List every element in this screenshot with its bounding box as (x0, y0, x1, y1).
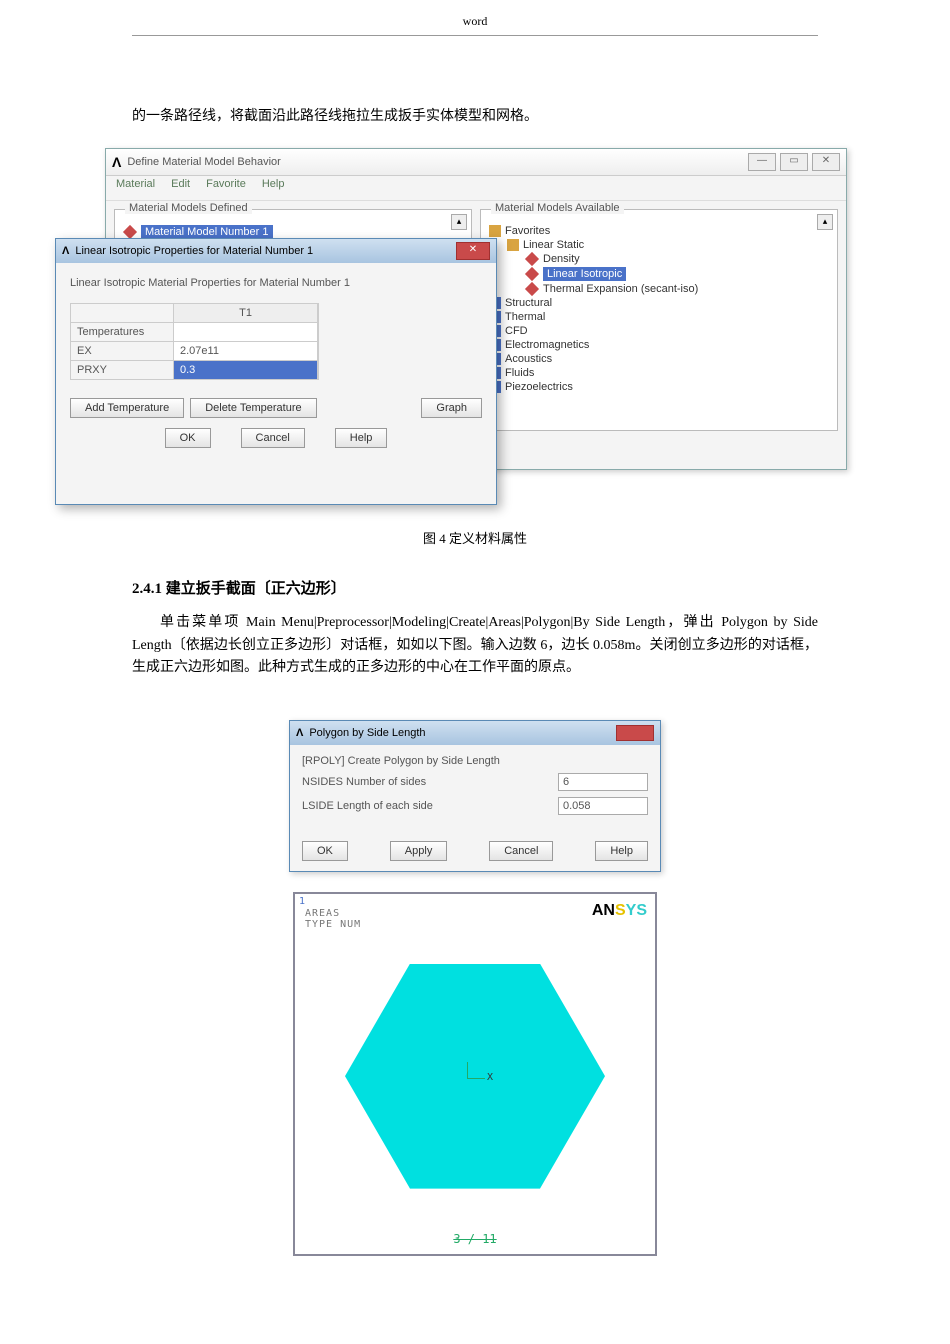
tree-linear-static[interactable]: Linear Static (489, 238, 829, 252)
poly-title-text: Polygon by Side Length (309, 727, 425, 739)
col-t1: T1 (174, 304, 318, 323)
row-prxy-value[interactable]: 0.3 (174, 361, 318, 380)
models-defined-title: Material Models Defined (125, 202, 252, 214)
poly-ok-button[interactable]: OK (302, 841, 348, 861)
viewport-number: 1 (299, 896, 305, 907)
figure-4-caption: 图 4 定义材料属性 (0, 528, 950, 547)
row-ex-label: EX (71, 342, 174, 361)
tree-acoustics[interactable]: Acoustics (489, 352, 829, 366)
section-heading: 2.4.1 建立扳手截面〔正六边形〕 (132, 577, 818, 598)
linear-isotropic-dialog: Λ Linear Isotropic Properties for Materi… (55, 238, 497, 505)
page-number: 3 / 11 (295, 1232, 655, 1246)
tree-favorites[interactable]: Favorites (489, 224, 829, 238)
cancel-button[interactable]: Cancel (241, 428, 305, 448)
poly-desc: [RPOLY] Create Polygon by Side Length (302, 755, 648, 767)
row-prxy-label: PRXY (71, 361, 174, 380)
figure-5-caption: 图 5 建立六角形截面 (295, 1193, 655, 1212)
row-ex-value[interactable]: 2.07e11 (174, 342, 318, 361)
page-header: word (132, 10, 818, 36)
ansys-brand: ANSYS (592, 902, 647, 920)
row-temperatures-value[interactable] (174, 323, 318, 342)
sub-titlebar: Λ Linear Isotropic Properties for Materi… (56, 239, 496, 263)
close-button[interactable]: ✕ (812, 153, 840, 171)
menu-edit[interactable]: Edit (171, 178, 190, 198)
scroll-up-icon[interactable]: ▴ (451, 214, 467, 230)
viewport-areas-label: AREAS TYPE NUM (305, 908, 361, 930)
graph-button[interactable]: Graph (421, 398, 482, 418)
poly-close-button[interactable] (616, 725, 654, 741)
prop-icon (525, 252, 539, 266)
sub-close-button[interactable]: ✕ (456, 242, 490, 260)
main-title: Define Material Model Behavior (127, 156, 748, 168)
folder-icon (489, 225, 501, 237)
ok-button[interactable]: OK (165, 428, 211, 448)
sub-desc: Linear Isotropic Material Properties for… (70, 277, 482, 289)
delete-temperature-button[interactable]: Delete Temperature (190, 398, 316, 418)
add-temperature-button[interactable]: Add Temperature (70, 398, 184, 418)
lside-label: LSIDE Length of each side (302, 800, 558, 812)
minimize-button[interactable]: — (748, 153, 776, 171)
intro-text: 的一条路径线，将截面沿此路径线拖拉生成扳手实体模型和网格。 (132, 106, 818, 128)
property-grid: T1 Temperatures EX 2.07e11 PRXY 0.3 (70, 303, 319, 380)
poly-apply-button[interactable]: Apply (390, 841, 448, 861)
tree-density[interactable]: Density (489, 252, 829, 266)
menu-help[interactable]: Help (262, 178, 285, 198)
lside-input[interactable]: 0.058 (558, 797, 648, 815)
polygon-dialog: Λ Polygon by Side Length [RPOLY] Create … (289, 720, 661, 872)
folder-icon (507, 239, 519, 251)
tree-structural[interactable]: Structural (489, 296, 829, 310)
prop-icon (525, 282, 539, 296)
poly-cancel-button[interactable]: Cancel (489, 841, 553, 861)
scroll-up-icon[interactable]: ▴ (817, 214, 833, 230)
poly-titlebar: Λ Polygon by Side Length (290, 721, 660, 745)
menu-favorite[interactable]: Favorite (206, 178, 246, 198)
main-titlebar: Λ Define Material Model Behavior — ▭ ✕ (106, 149, 846, 176)
hexagon-area (345, 964, 605, 1189)
figure-4-container: Λ Define Material Model Behavior — ▭ ✕ M… (105, 148, 845, 518)
menubar: Material Edit Favorite Help (106, 176, 846, 201)
help-button[interactable]: Help (335, 428, 388, 448)
ansys-logo-icon: Λ (112, 154, 121, 170)
tree-thermal-exp[interactable]: Thermal Expansion (secant-iso) (489, 282, 829, 296)
ansys-logo-icon: Λ (296, 727, 303, 739)
tree-thermal[interactable]: Thermal (489, 310, 829, 324)
nsides-input[interactable]: 6 (558, 773, 648, 791)
menu-material[interactable]: Material (116, 178, 155, 198)
sub-title: Linear Isotropic Properties for Material… (75, 245, 313, 257)
models-available-panel: Material Models Available ▴ Favorites Li… (480, 209, 838, 431)
tree-fluids[interactable]: Fluids (489, 366, 829, 380)
row-temperatures-label: Temperatures (71, 323, 174, 342)
ansys-logo-icon: Λ (62, 245, 69, 257)
poly-help-button[interactable]: Help (595, 841, 648, 861)
prop-icon (525, 267, 539, 281)
tree-electromagnetics[interactable]: Electromagnetics (489, 338, 829, 352)
tree-piezoelectrics[interactable]: Piezoelectrics (489, 380, 829, 394)
material-model-1-label: Material Model Number 1 (141, 225, 273, 239)
ansys-viewport: 1 AREAS TYPE NUM ANSYS X 图 5 建立六角形截面 3 /… (293, 892, 657, 1256)
nsides-label: NSIDES Number of sides (302, 776, 558, 788)
models-available-title: Material Models Available (491, 202, 624, 214)
tree-cfd[interactable]: CFD (489, 324, 829, 338)
section-body: 单击菜单项 Main Menu|Preprocessor|Modeling|Cr… (132, 612, 818, 679)
material-icon (123, 225, 137, 239)
tree-linear-isotropic[interactable]: Linear Isotropic (489, 266, 829, 282)
maximize-button[interactable]: ▭ (780, 153, 808, 171)
